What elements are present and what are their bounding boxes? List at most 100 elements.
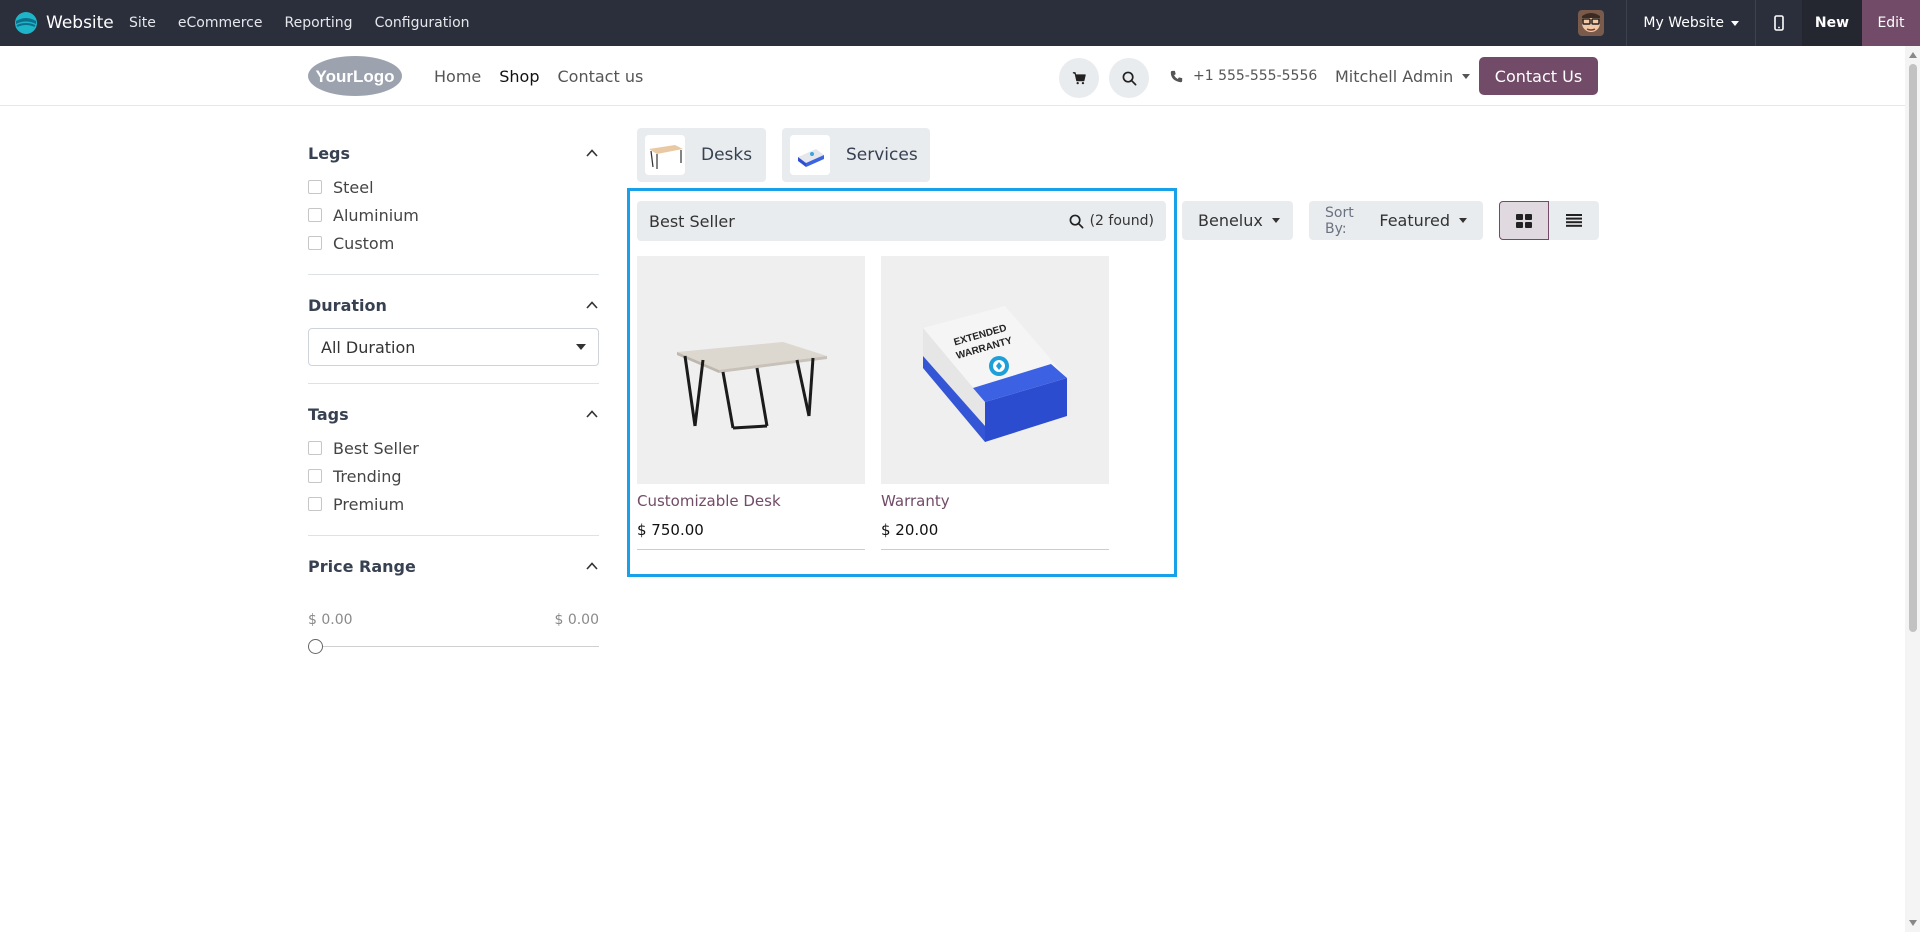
- page-scrollbar[interactable]: [1905, 46, 1920, 932]
- filter-option-best-seller[interactable]: Best Seller: [308, 434, 599, 462]
- slider-handle[interactable]: [308, 639, 323, 654]
- product-card[interactable]: Customizable Desk $ 750.00: [637, 256, 865, 550]
- slider-track: [308, 646, 599, 647]
- duration-select[interactable]: All Duration: [308, 328, 599, 366]
- filter-option-aluminium[interactable]: Aluminium: [308, 201, 599, 229]
- option-label: Custom: [333, 233, 395, 253]
- checkbox[interactable]: [308, 180, 322, 194]
- pricelist-label: Benelux: [1198, 211, 1263, 230]
- filter-option-steel[interactable]: Steel: [308, 173, 599, 201]
- mobile-icon: [1774, 15, 1784, 31]
- edit-button[interactable]: Edit: [1862, 0, 1920, 46]
- cart-button[interactable]: [1059, 58, 1099, 98]
- filter-title: Tags: [308, 404, 349, 424]
- menu-reporting[interactable]: Reporting: [274, 0, 364, 46]
- checkbox[interactable]: [308, 441, 322, 455]
- app-brand[interactable]: Website: [0, 11, 118, 35]
- admin-right-tools: My Website New Edit: [1578, 0, 1920, 46]
- menu-configuration[interactable]: Configuration: [364, 0, 481, 46]
- list-icon: [1566, 214, 1582, 227]
- warranty-box-image[interactable]: EXTENDED WARRANTY: [881, 256, 1109, 484]
- pricelist-dropdown[interactable]: Benelux: [1182, 201, 1293, 240]
- nav-shop[interactable]: Shop: [499, 67, 539, 86]
- filter-option-premium[interactable]: Premium: [308, 490, 599, 518]
- chevron-down-icon: [1459, 218, 1467, 223]
- option-label: Aluminium: [333, 205, 419, 225]
- filter-tags-header[interactable]: Tags: [308, 402, 599, 426]
- search-result-count[interactable]: (2 found): [1069, 213, 1154, 229]
- chevron-down-icon: [1462, 73, 1471, 79]
- warranty-product-image: EXTENDED WARRANTY: [881, 256, 1109, 484]
- contact-us-button[interactable]: Contact Us: [1479, 57, 1598, 95]
- filter-duration-header[interactable]: Duration: [308, 293, 599, 317]
- menu-ecommerce[interactable]: eCommerce: [167, 0, 274, 46]
- list-view-button[interactable]: [1549, 201, 1599, 240]
- filter-legs: Legs Steel Aluminium Custom: [308, 141, 599, 275]
- phone-link[interactable]: +1 555-555-5556: [1170, 46, 1317, 106]
- checkbox[interactable]: [308, 208, 322, 222]
- filter-option-trending[interactable]: Trending: [308, 462, 599, 490]
- scroll-up-icon[interactable]: [1909, 52, 1917, 58]
- services-thumbnail-icon: [790, 135, 830, 175]
- scrollbar-thumb[interactable]: [1909, 64, 1917, 632]
- desk-image[interactable]: [637, 256, 865, 484]
- chevron-up-icon: [586, 301, 598, 309]
- search-icon: [1122, 71, 1136, 85]
- website-switcher-label: My Website: [1643, 15, 1724, 31]
- filter-option-custom[interactable]: Custom: [308, 229, 599, 257]
- price-max: $ 0.00: [554, 612, 599, 628]
- nav-home[interactable]: Home: [434, 67, 481, 86]
- checkbox[interactable]: [308, 497, 322, 511]
- product-card[interactable]: EXTENDED WARRANTY Warranty $ 20.00: [881, 256, 1109, 550]
- filter-title: Price Range: [308, 556, 416, 576]
- category-services[interactable]: Services: [782, 128, 930, 182]
- your-logo[interactable]: YourLogo: [307, 55, 403, 97]
- filter-title: Legs: [308, 143, 351, 163]
- chevron-down-icon: [576, 344, 586, 350]
- new-button[interactable]: New: [1802, 0, 1862, 46]
- desk-thumbnail: [645, 135, 685, 175]
- category-label: Services: [846, 145, 918, 165]
- user-menu[interactable]: Mitchell Admin: [1335, 46, 1471, 106]
- filter-price-header[interactable]: Price Range: [308, 554, 599, 578]
- nav-contact-us[interactable]: Contact us: [558, 67, 644, 86]
- filter-price-range: Price Range $ 0.00 $ 0.00: [308, 554, 599, 656]
- chevron-down-icon: [1271, 218, 1280, 223]
- product-search-bar[interactable]: Best Seller (2 found): [637, 201, 1166, 241]
- mobile-preview-button[interactable]: [1756, 0, 1802, 46]
- website-switcher[interactable]: My Website: [1627, 0, 1755, 46]
- chevron-down-icon: [1731, 20, 1739, 26]
- checkbox[interactable]: [308, 236, 322, 250]
- option-label: Trending: [333, 466, 402, 486]
- category-label: Desks: [701, 145, 753, 165]
- filter-options: Best Seller Trending Premium: [308, 426, 599, 535]
- scroll-down-icon[interactable]: [1909, 920, 1917, 926]
- price-range-values: $ 0.00 $ 0.00: [308, 612, 599, 628]
- filter-legs-header[interactable]: Legs: [308, 141, 599, 165]
- checkbox[interactable]: [308, 469, 322, 483]
- price-min: $ 0.00: [308, 612, 353, 628]
- chevron-up-icon: [586, 149, 598, 157]
- view-toggle: [1499, 201, 1599, 240]
- filters-sidebar: Legs Steel Aluminium Custom Duration All…: [308, 106, 599, 656]
- product-price: $ 750.00: [637, 521, 865, 550]
- admin-navbar: Website Site eCommerce Reporting Configu…: [0, 0, 1920, 46]
- filter-title: Duration: [308, 295, 387, 315]
- sort-value: Featured: [1379, 211, 1450, 230]
- search-value[interactable]: Best Seller: [649, 212, 1069, 231]
- price-slider[interactable]: [308, 636, 599, 656]
- chevron-up-icon: [586, 410, 598, 418]
- grid-view-button[interactable]: [1499, 201, 1549, 240]
- search-button[interactable]: [1109, 58, 1149, 98]
- product-name[interactable]: Customizable Desk: [637, 492, 865, 510]
- search-icon: [1069, 214, 1084, 228]
- sort-dropdown[interactable]: Sort By: Featured: [1309, 201, 1483, 240]
- logo-text: YourLogo: [316, 67, 395, 86]
- filter-options: Steel Aluminium Custom: [308, 165, 599, 274]
- category-desks[interactable]: Desks: [637, 128, 766, 182]
- user-avatar[interactable]: [1578, 10, 1605, 36]
- product-name[interactable]: Warranty: [881, 492, 1109, 510]
- services-thumbnail: [790, 135, 830, 175]
- sort-prefix: Sort By:: [1325, 204, 1354, 237]
- menu-site[interactable]: Site: [118, 0, 167, 46]
